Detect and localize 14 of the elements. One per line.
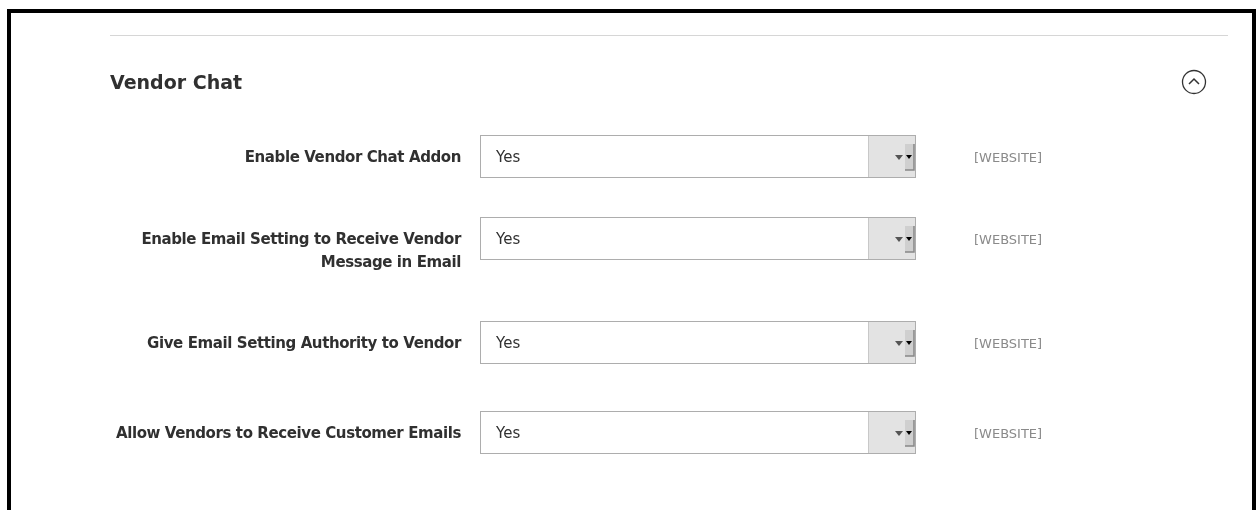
field-label: Enable Vendor Chat Addon [243,147,461,168]
scope-label: [WEBSITE] [974,425,1043,441]
select-field[interactable]: Yes [480,135,916,178]
select-field[interactable]: Yes [480,321,916,364]
section-title: Vendor Chat [110,71,243,93]
collapse-toggle-icon[interactable] [1181,69,1207,95]
scope-label: [WEBSITE] [974,231,1043,247]
select-field[interactable]: Yes [480,217,916,260]
scope-label: [WEBSITE] [974,335,1043,351]
select-field[interactable]: Yes [480,411,916,454]
field-label: Allow Vendors to Receive Customer Emails [114,423,461,444]
field-label: Enable Email Setting to Receive Vendor Message in Email [140,229,461,273]
scope-label: [WEBSITE] [974,149,1043,165]
field-label: Give Email Setting Authority to Vendor [146,333,461,354]
